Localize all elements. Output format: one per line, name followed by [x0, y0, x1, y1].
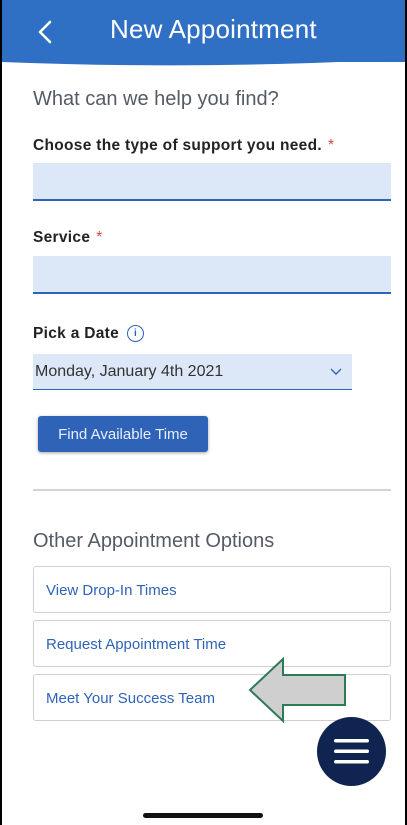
date-selected-value: Monday, January 4th 2021: [35, 363, 224, 380]
home-indicator: [143, 813, 263, 818]
option-label: Meet Your Success Team: [46, 690, 215, 707]
option-view-drop-in-times[interactable]: View Drop-In Times: [33, 566, 391, 613]
required-mark: *: [327, 137, 335, 154]
option-label: Request Appointment Time: [46, 636, 227, 653]
menu-icon: [334, 739, 369, 764]
header-curve-decoration: [2, 56, 405, 66]
other-options-title: Other Appointment Options: [33, 530, 275, 552]
support-type-label: Choose the type of support you need. *: [33, 137, 334, 155]
app-header: New Appointment: [2, 0, 405, 62]
date-label-text: Pick a Date: [33, 325, 120, 342]
option-label: View Drop-In Times: [46, 582, 177, 599]
menu-fab-button[interactable]: [317, 717, 386, 786]
section-divider: [33, 489, 391, 491]
service-label: Service *: [33, 229, 103, 247]
chevron-down-icon: [330, 368, 342, 375]
date-label: Pick a Date i: [33, 325, 145, 343]
frame-border-left: [0, 0, 2, 825]
date-select[interactable]: Monday, January 4th 2021: [33, 354, 352, 390]
support-type-label-text: Choose the type of support you need.: [33, 137, 322, 154]
info-icon[interactable]: i: [127, 325, 145, 342]
page-title: New Appointment: [110, 14, 317, 44]
left-arrow-annotation: [248, 657, 346, 723]
service-field[interactable]: [33, 256, 391, 294]
required-mark: *: [96, 229, 103, 246]
help-prompt: What can we help you find?: [33, 88, 279, 110]
support-type-field[interactable]: [33, 163, 391, 201]
find-available-time-button[interactable]: Find Available Time: [38, 416, 208, 452]
chevron-left-icon[interactable]: [32, 14, 60, 50]
service-label-text: Service: [33, 229, 91, 246]
